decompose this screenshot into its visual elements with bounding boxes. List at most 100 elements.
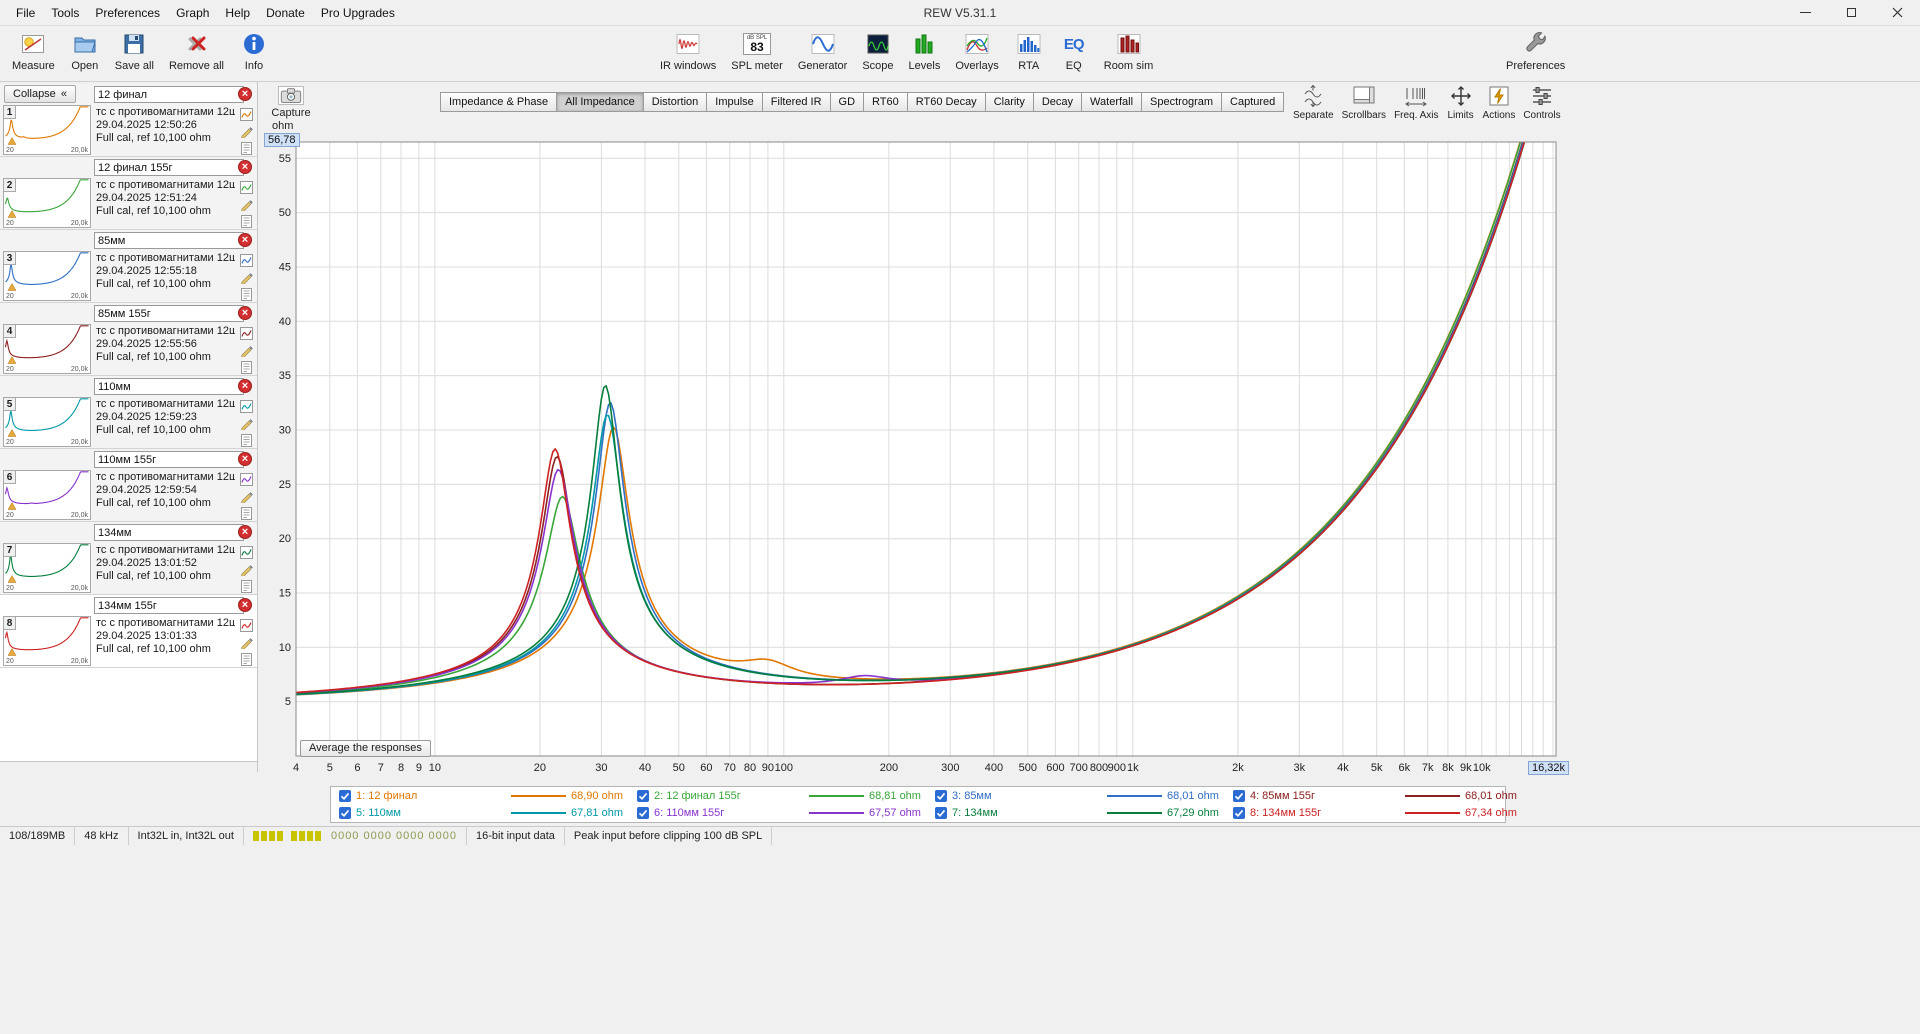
measurement-item-2[interactable]: × 2 20 20,0k тс с противомагнитами 12ш29.04.… bbox=[0, 157, 257, 230]
measurement-item-7[interactable]: × 7 20 20,0k тс с противомагнитами 12ш29.04.… bbox=[0, 522, 257, 595]
tab-impedance-phase[interactable]: Impedance & Phase bbox=[440, 92, 558, 112]
legend-checkbox[interactable] bbox=[1232, 790, 1245, 803]
notes-icon[interactable] bbox=[240, 142, 253, 155]
toolbar-button-scrollbars[interactable]: Scrollbars bbox=[1339, 84, 1389, 121]
menu-tools[interactable]: Tools bbox=[43, 3, 87, 23]
menu-file[interactable]: File bbox=[8, 3, 43, 23]
mini-chart-icon[interactable] bbox=[240, 400, 253, 413]
delete-measurement-button[interactable]: × bbox=[238, 160, 252, 174]
maximize-button[interactable] bbox=[1828, 0, 1874, 26]
toolbar-button-info[interactable]: Info bbox=[235, 29, 273, 73]
measurement-name-input[interactable] bbox=[94, 597, 244, 614]
toolbar-button-overlays[interactable]: Overlays bbox=[951, 29, 1002, 73]
menu-pro-upgrades[interactable]: Pro Upgrades bbox=[313, 3, 403, 23]
pencil-icon[interactable] bbox=[240, 125, 253, 140]
notes-icon[interactable] bbox=[240, 215, 253, 228]
measurement-name-input[interactable] bbox=[94, 86, 244, 103]
measurement-thumbnail[interactable]: 2 20 20,0k bbox=[3, 178, 91, 228]
tab-clarity[interactable]: Clarity bbox=[984, 92, 1034, 112]
notes-icon[interactable] bbox=[240, 361, 253, 374]
minimize-button[interactable] bbox=[1782, 0, 1828, 26]
delete-measurement-button[interactable]: × bbox=[238, 452, 252, 466]
pencil-icon[interactable] bbox=[240, 344, 253, 359]
pencil-icon[interactable] bbox=[240, 490, 253, 505]
mini-chart-icon[interactable] bbox=[240, 327, 253, 340]
legend-checkbox[interactable] bbox=[636, 790, 649, 803]
toolbar-button-preferences[interactable]: Preferences bbox=[1502, 29, 1569, 73]
toolbar-button-remove-all[interactable]: Remove all bbox=[165, 29, 228, 73]
measurement-name-input[interactable] bbox=[94, 232, 244, 249]
delete-measurement-button[interactable]: × bbox=[238, 525, 252, 539]
capture-button[interactable]: Capture bbox=[268, 86, 314, 119]
collapse-button[interactable]: Collapse « bbox=[4, 85, 76, 103]
tab-impulse[interactable]: Impulse bbox=[706, 92, 763, 112]
impedance-chart[interactable]: 5101520253035404550554 5 6 7 8 9 10 20 30 40 50 60 7… bbox=[258, 138, 1564, 778]
pencil-icon[interactable] bbox=[240, 417, 253, 432]
close-button[interactable] bbox=[1874, 0, 1920, 26]
notes-icon[interactable] bbox=[240, 580, 253, 593]
legend-checkbox[interactable] bbox=[339, 790, 351, 803]
legend-checkbox[interactable] bbox=[1232, 806, 1245, 819]
toolbar-button-freq-axis[interactable]: Freq. Axis bbox=[1391, 84, 1441, 121]
menu-donate[interactable]: Donate bbox=[258, 3, 313, 23]
measurement-thumbnail[interactable]: 6 20 20,0k bbox=[3, 470, 91, 520]
notes-icon[interactable] bbox=[240, 653, 253, 666]
measurement-thumbnail[interactable]: 5 20 20,0k bbox=[3, 397, 91, 447]
measurement-name-input[interactable] bbox=[94, 524, 244, 541]
tab-spectrogram[interactable]: Spectrogram bbox=[1141, 92, 1223, 112]
measurement-thumbnail[interactable]: 3 20 20,0k bbox=[3, 251, 91, 301]
pencil-icon[interactable] bbox=[240, 636, 253, 651]
legend-checkbox[interactable] bbox=[636, 806, 649, 819]
tab-gd[interactable]: GD bbox=[829, 92, 865, 112]
tab-rt60-decay[interactable]: RT60 Decay bbox=[906, 92, 986, 112]
delete-measurement-button[interactable]: × bbox=[238, 87, 252, 101]
measurement-name-input[interactable] bbox=[94, 305, 244, 322]
average-responses-button[interactable]: Average the responses bbox=[300, 740, 431, 757]
tab-decay[interactable]: Decay bbox=[1032, 92, 1083, 112]
mini-chart-icon[interactable] bbox=[240, 546, 253, 559]
pencil-icon[interactable] bbox=[240, 563, 253, 578]
tab-all-impedance[interactable]: All Impedance bbox=[556, 92, 644, 112]
toolbar-button-rta[interactable]: RTA bbox=[1010, 29, 1048, 73]
mini-chart-icon[interactable] bbox=[240, 108, 253, 121]
delete-measurement-button[interactable]: × bbox=[238, 379, 252, 393]
toolbar-button-eq[interactable]: EQ EQ bbox=[1055, 29, 1093, 73]
measurement-thumbnail[interactable]: 8 20 20,0k bbox=[3, 616, 91, 666]
measurement-item-5[interactable]: × 5 20 20,0k тс с противомагнитами 12ш29.04.… bbox=[0, 376, 257, 449]
mini-chart-icon[interactable] bbox=[240, 181, 253, 194]
toolbar-button-room-sim[interactable]: Room sim bbox=[1100, 29, 1158, 73]
mini-chart-icon[interactable] bbox=[240, 619, 253, 632]
toolbar-button-scope[interactable]: Scope bbox=[858, 29, 897, 73]
notes-icon[interactable] bbox=[240, 434, 253, 447]
measurement-item-3[interactable]: × 3 20 20,0k тс с противомагнитами 12ш29.04.… bbox=[0, 230, 257, 303]
toolbar-button-limits[interactable]: Limits bbox=[1444, 84, 1478, 121]
pencil-icon[interactable] bbox=[240, 271, 253, 286]
legend-checkbox[interactable] bbox=[934, 790, 947, 803]
legend-checkbox[interactable] bbox=[339, 806, 351, 819]
measurement-item-6[interactable]: × 6 20 20,0k тс с противомагнитами 12ш29.04.… bbox=[0, 449, 257, 522]
menu-graph[interactable]: Graph bbox=[168, 3, 217, 23]
measurement-name-input[interactable] bbox=[94, 159, 244, 176]
toolbar-button-actions[interactable]: Actions bbox=[1480, 84, 1519, 121]
measurement-name-input[interactable] bbox=[94, 378, 244, 395]
legend-checkbox[interactable] bbox=[934, 806, 947, 819]
menu-help[interactable]: Help bbox=[217, 3, 258, 23]
tab-captured[interactable]: Captured bbox=[1221, 92, 1285, 112]
mini-chart-icon[interactable] bbox=[240, 254, 253, 267]
measurement-item-4[interactable]: × 4 20 20,0k тс с противомагнитами 12ш29.04.… bbox=[0, 303, 257, 376]
measurement-thumbnail[interactable]: 4 20 20,0k bbox=[3, 324, 91, 374]
toolbar-button-ir-windows[interactable]: IR windows bbox=[656, 29, 720, 73]
delete-measurement-button[interactable]: × bbox=[238, 233, 252, 247]
tab-distortion[interactable]: Distortion bbox=[642, 92, 708, 112]
notes-icon[interactable] bbox=[240, 507, 253, 520]
pencil-icon[interactable] bbox=[240, 198, 253, 213]
toolbar-button-measure[interactable]: Measure bbox=[8, 29, 59, 73]
delete-measurement-button[interactable]: × bbox=[238, 306, 252, 320]
notes-icon[interactable] bbox=[240, 288, 253, 301]
delete-measurement-button[interactable]: × bbox=[238, 598, 252, 612]
tab-waterfall[interactable]: Waterfall bbox=[1081, 92, 1143, 112]
toolbar-button-open[interactable]: Open bbox=[66, 29, 104, 73]
measurement-thumbnail[interactable]: 7 20 20,0k bbox=[3, 543, 91, 593]
measurement-thumbnail[interactable]: 1 20 20,0k bbox=[3, 105, 91, 155]
toolbar-button-controls[interactable]: Controls bbox=[1520, 84, 1563, 121]
